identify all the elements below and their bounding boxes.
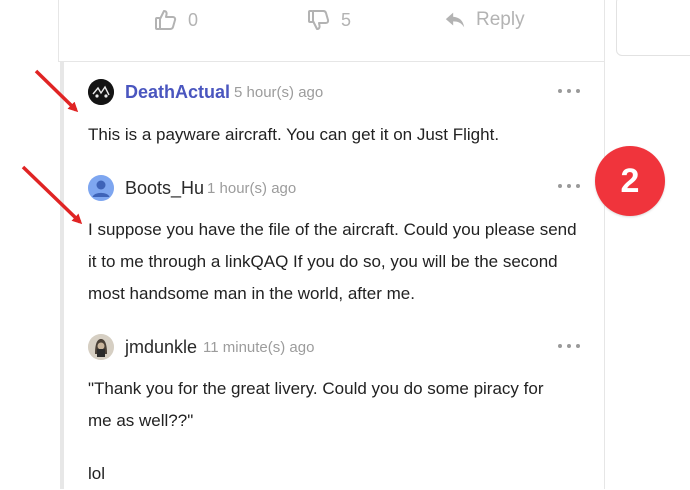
comment-text: lol [88,464,106,483]
thumbs-down-icon [307,8,331,32]
comment-menu-button[interactable] [558,86,580,96]
comment-body: I suppose you have the file of the aircr… [88,214,580,310]
avatar[interactable] [88,79,114,105]
comment-body: "Thank you for the great livery. Could y… [88,373,568,490]
more-dot-icon [567,344,571,348]
dislike-button[interactable]: 5 [307,6,351,34]
thread-indent-line [60,62,64,489]
reply-label: Reply [476,9,525,30]
more-dot-icon [558,184,562,188]
more-dot-icon [576,184,580,188]
comment-menu-button[interactable] [558,181,580,191]
comment-author[interactable]: DeathActual [125,81,230,103]
comment-timestamp: 11 minute(s) ago [203,339,315,356]
post-card-border-right [604,0,605,489]
more-dot-icon [576,89,580,93]
sidebar-card [616,0,690,56]
comment-text: I suppose you have the file of the aircr… [88,220,577,303]
arrow-icon [21,165,83,225]
annotation-number-badge: 2 [595,146,665,216]
comment-body: This is a payware aircraft. You can get … [88,119,588,151]
like-count: 0 [188,9,199,30]
avatar[interactable] [88,334,114,360]
post-card-border [58,0,59,62]
avatar[interactable] [88,175,114,201]
dislike-count: 5 [341,9,352,30]
comment-author[interactable]: jmdunkle [125,336,197,358]
more-dot-icon [558,89,562,93]
more-dot-icon [576,344,580,348]
reply-arrow-icon [444,9,466,31]
thumbs-up-icon [154,8,178,32]
comment-timestamp: 1 hour(s) ago [207,180,297,197]
post-card-bottom-border [58,61,605,62]
more-dot-icon [558,344,562,348]
comment-text: This is a payware aircraft. You can get … [88,125,500,144]
comment-menu-button[interactable] [558,341,580,351]
comment-author[interactable]: Boots_Hu [125,177,204,199]
like-button[interactable]: 0 [154,6,198,34]
reply-button[interactable]: Reply [444,6,525,34]
more-dot-icon [567,184,571,188]
arrow-icon [34,69,79,113]
comment-text: "Thank you for the great livery. Could y… [88,379,544,430]
more-dot-icon [567,89,571,93]
comment-timestamp: 5 hour(s) ago [234,84,324,101]
